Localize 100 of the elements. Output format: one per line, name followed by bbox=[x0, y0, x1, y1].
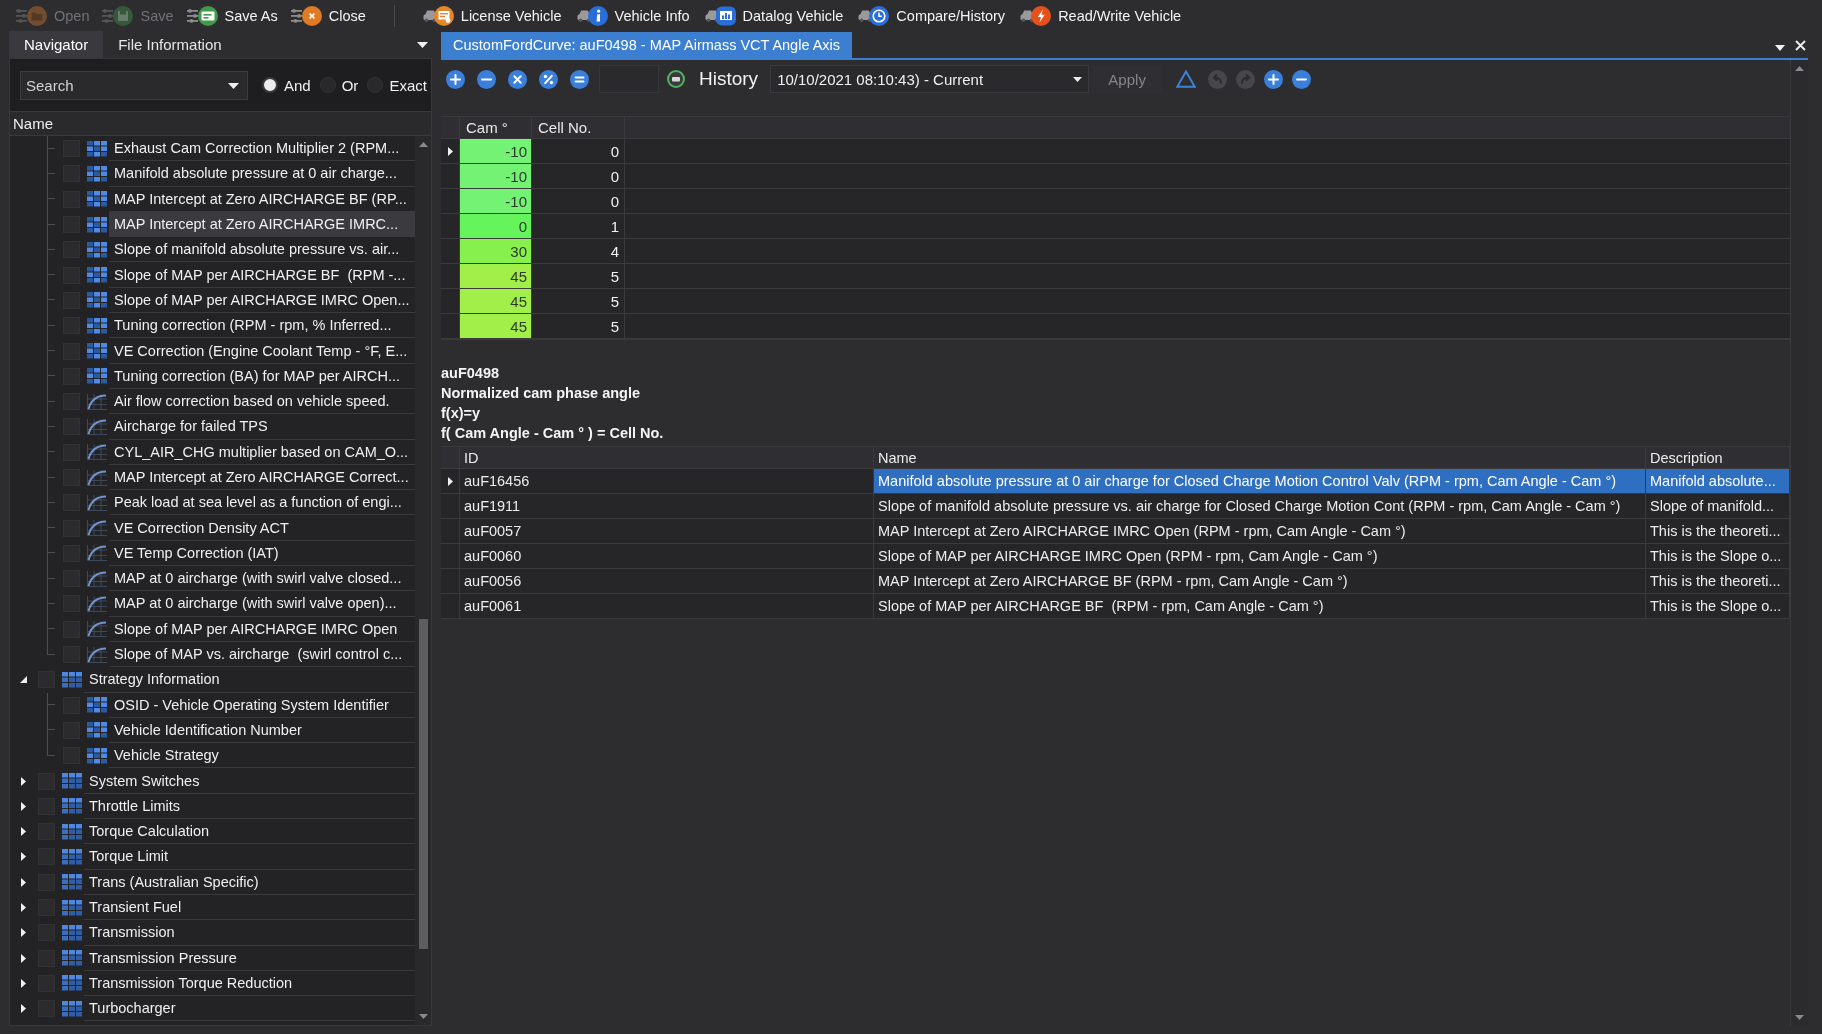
radio-button[interactable]: Exact bbox=[367, 76, 427, 94]
scroll-down-icon[interactable] bbox=[1795, 1015, 1804, 1020]
table-icon bbox=[87, 216, 107, 233]
tree-item[interactable]: MAP Intercept at Zero AIRCHARGE IMRC... bbox=[109, 211, 415, 238]
close-icon[interactable] bbox=[1795, 40, 1806, 51]
grid-icon bbox=[62, 899, 82, 916]
grid-icon bbox=[62, 823, 82, 840]
vehicle-info-button[interactable]: Vehicle Info bbox=[574, 1, 692, 30]
tree-item[interactable]: Vehicle Strategy bbox=[109, 743, 415, 769]
datalog-vehicle-button[interactable]: Datalog Vehicle bbox=[702, 1, 846, 30]
caret-right-icon[interactable] bbox=[20, 978, 26, 988]
tree-item[interactable]: Aircharge for failed TPS bbox=[109, 414, 415, 440]
caret-right-icon[interactable] bbox=[20, 953, 26, 963]
caret-right-icon[interactable] bbox=[20, 776, 26, 786]
tree-item[interactable]: Vehicle Identification Number bbox=[109, 717, 415, 744]
table-cell: 1 bbox=[532, 214, 625, 238]
equals-icon[interactable] bbox=[570, 69, 589, 89]
tree-item[interactable]: Air flow correction based on vehicle speed. bbox=[109, 388, 415, 415]
table-cell: 45 bbox=[460, 289, 532, 313]
search-field[interactable]: Search bbox=[20, 70, 248, 100]
tree-item[interactable]: Tuning correction (RPM - rpm, % Inferred... bbox=[109, 313, 415, 339]
scrollbar-thumb[interactable] bbox=[418, 619, 428, 949]
tree-item[interactable]: Transmission Torque Reduction bbox=[84, 970, 415, 997]
caret-down-icon[interactable] bbox=[19, 676, 27, 684]
radio-button[interactable]: Or bbox=[319, 76, 359, 94]
tree-item[interactable]: Manifold absolute pressure at 0 air charge... bbox=[109, 161, 415, 187]
dropdown-caret-icon[interactable] bbox=[417, 41, 428, 48]
license-vehicle-button[interactable]: License Vehicle bbox=[420, 1, 564, 30]
tree-item[interactable]: Transmission bbox=[84, 920, 415, 946]
tree-item[interactable]: Tuning correction (BA) for MAP per AIRCH... bbox=[109, 363, 415, 389]
tree-item[interactable]: Torque Limit bbox=[84, 844, 415, 870]
table-icon bbox=[87, 722, 107, 739]
tree-item[interactable]: MAP at 0 aircharge (with swirl valve open)... bbox=[109, 591, 415, 617]
dropdown-caret-icon[interactable] bbox=[1775, 45, 1785, 51]
panel-tab[interactable]: Navigator bbox=[9, 31, 104, 58]
history-dropdown[interactable]: 10/10/2021 08:10:43) - Current bbox=[770, 65, 1090, 93]
column-header[interactable]: Cell No. bbox=[532, 117, 625, 138]
tree-item[interactable]: Slope of MAP vs. aircharge (swirl control c... bbox=[109, 641, 415, 668]
multiply-icon[interactable] bbox=[508, 69, 527, 89]
minus-icon[interactable] bbox=[1292, 69, 1312, 89]
scroll-down-icon[interactable] bbox=[418, 1014, 428, 1019]
tree-item[interactable]: Slope of manifold absolute pressure vs. air... bbox=[109, 237, 415, 263]
tree-item[interactable]: Slope of MAP per AIRCHARGE IMRC Open... bbox=[109, 287, 415, 314]
column-header[interactable]: Name bbox=[874, 447, 1646, 468]
tree-item[interactable]: MAP at 0 aircharge (with swirl valve closed... bbox=[109, 566, 415, 592]
tree-item[interactable]: Strategy Information bbox=[84, 667, 415, 693]
document-tab[interactable]: CustomFordCurve: auF0498 - MAP Airmass VCT Angle Axis bbox=[441, 32, 853, 58]
close-button[interactable]: Close bbox=[288, 1, 368, 30]
tree-item[interactable]: Slope of MAP per AIRCHARGE BF (RPM -... bbox=[109, 262, 415, 288]
caret-right-icon[interactable] bbox=[20, 852, 26, 862]
caret-right-icon[interactable] bbox=[20, 928, 26, 938]
percent-icon[interactable] bbox=[539, 69, 558, 89]
table-cell: auF0061 bbox=[460, 594, 874, 618]
table-cell: 0 bbox=[460, 214, 532, 238]
caret-right-icon[interactable] bbox=[20, 1004, 26, 1014]
curve-graph-icon bbox=[87, 520, 107, 537]
plus-icon[interactable] bbox=[1264, 69, 1284, 89]
plus-icon[interactable] bbox=[446, 69, 465, 89]
panel-tab[interactable]: File Information bbox=[103, 31, 237, 58]
tree-item[interactable]: Throttle Limits bbox=[84, 793, 415, 819]
info-text: f(x)=y bbox=[441, 405, 481, 421]
table-icon bbox=[87, 191, 107, 208]
compare-history-button[interactable]: Compare/History bbox=[856, 1, 1008, 30]
caret-right-icon[interactable] bbox=[20, 903, 26, 913]
radio-button[interactable]: And bbox=[262, 76, 311, 94]
tree-item[interactable]: Peak load at sea level as a function of engi... bbox=[109, 490, 415, 516]
tree-item[interactable]: System Switches bbox=[84, 768, 415, 794]
caret-right-icon[interactable] bbox=[20, 801, 26, 811]
table-cell: 0 bbox=[532, 164, 625, 188]
round-toggle-icon[interactable] bbox=[667, 70, 685, 88]
scroll-up-icon[interactable] bbox=[418, 142, 428, 147]
tree-item[interactable]: MAP Intercept at Zero AIRCHARGE BF (RP... bbox=[109, 186, 415, 212]
column-header[interactable]: ID bbox=[460, 447, 874, 468]
tree-item[interactable]: VE Correction Density ACT bbox=[109, 515, 415, 541]
tree-item[interactable]: Slope of MAP per AIRCHARGE IMRC Open bbox=[109, 616, 415, 642]
delta-icon[interactable] bbox=[1176, 70, 1197, 88]
tree-item[interactable]: Exhaust Cam Correction Multiplier 2 (RPM... bbox=[109, 136, 415, 162]
tree-item[interactable]: VE Temp Correction (IAT) bbox=[109, 540, 415, 567]
tree-item[interactable]: Transmission Pressure bbox=[84, 945, 415, 971]
tree-item[interactable]: Turbocharger bbox=[84, 996, 415, 1022]
tree-item[interactable]: Transient Fuel bbox=[84, 894, 415, 921]
tree-item[interactable]: CYL_AIR_CHG multiplier based on CAM_O... bbox=[109, 439, 415, 465]
tree-item[interactable]: OSID - Vehicle Operating System Identifier bbox=[109, 692, 415, 718]
curve-graph-icon bbox=[87, 444, 107, 461]
curve-graph-icon bbox=[87, 570, 107, 587]
column-header[interactable]: Cam ° bbox=[460, 117, 532, 138]
tree-item[interactable]: Trans (Australian Specific) bbox=[84, 869, 415, 895]
column-header[interactable]: Name bbox=[10, 112, 431, 136]
table-cell: Manifold absolute... bbox=[1646, 469, 1790, 493]
minus-icon[interactable] bbox=[477, 69, 496, 89]
tree-item[interactable]: MAP Intercept at Zero AIRCHARGE Correct... bbox=[109, 464, 415, 491]
read-write-vehicle-button[interactable]: Read/Write Vehicle bbox=[1018, 1, 1184, 30]
scroll-up-icon[interactable] bbox=[1795, 66, 1804, 71]
tree-item[interactable]: Torque Calculation bbox=[84, 819, 415, 845]
table-cell: 5 bbox=[532, 264, 625, 288]
tree-item[interactable]: VE Correction (Engine Coolant Temp - °F, E... bbox=[109, 338, 415, 364]
save-as-button[interactable]: Save As bbox=[184, 1, 280, 30]
caret-right-icon[interactable] bbox=[20, 877, 26, 887]
caret-right-icon[interactable] bbox=[20, 827, 26, 837]
dropdown-caret-icon[interactable] bbox=[228, 82, 239, 89]
